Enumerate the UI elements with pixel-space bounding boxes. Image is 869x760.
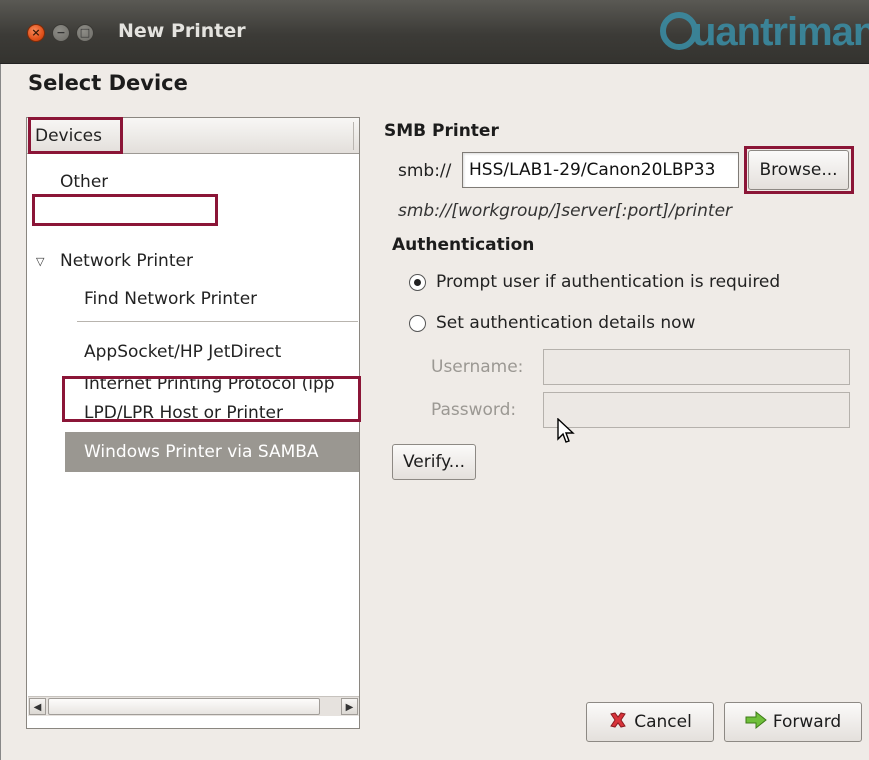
verify-button-label: Verify... xyxy=(402,452,465,472)
radio-set-details[interactable]: Set authentication details now xyxy=(409,313,695,333)
radio-prompt-user-label: Prompt user if authentication is require… xyxy=(436,272,781,292)
cancel-button[interactable]: Cancel xyxy=(586,702,714,742)
radio-set-details-label: Set authentication details now xyxy=(436,313,696,333)
scroll-right-arrow-icon[interactable]: ▶ xyxy=(341,698,358,715)
radio-prompt-user[interactable]: Prompt user if authentication is require… xyxy=(409,272,780,292)
forward-button-label: Forward xyxy=(772,712,842,732)
triangle-down-icon[interactable]: ▽ xyxy=(36,255,44,268)
window-title: New Printer xyxy=(118,20,246,42)
maximize-window-button[interactable]: □ xyxy=(76,24,94,42)
maximize-icon: □ xyxy=(79,26,91,39)
cancel-x-icon xyxy=(610,712,627,728)
device-list-header-label: Devices xyxy=(35,126,102,146)
close-window-button[interactable]: × xyxy=(27,24,45,42)
watermark-logo: uantrimang xyxy=(660,10,869,56)
smb-prefix-label: smb:// xyxy=(398,161,452,181)
horizontal-scrollbar[interactable]: ◀ ▶ xyxy=(28,696,359,716)
username-label: Username: xyxy=(431,357,524,377)
cancel-button-label: Cancel xyxy=(634,712,692,732)
device-item-other[interactable]: Other xyxy=(60,172,108,192)
password-label: Password: xyxy=(431,400,517,420)
authentication-title: Authentication xyxy=(392,235,535,255)
device-list-header[interactable]: Devices xyxy=(27,118,359,154)
verify-button[interactable]: Verify... xyxy=(392,444,476,480)
forward-button[interactable]: Forward xyxy=(724,702,862,742)
device-item-lpd[interactable]: LPD/LPR Host or Printer xyxy=(84,403,283,423)
smb-section-title: SMB Printer xyxy=(384,121,499,141)
close-icon: × xyxy=(31,26,41,39)
password-field xyxy=(543,392,850,428)
mouse-pointer-icon xyxy=(557,418,575,443)
list-separator xyxy=(77,321,358,322)
device-item-appsocket[interactable]: AppSocket/HP JetDirect xyxy=(84,342,281,362)
header-separator xyxy=(353,122,354,150)
minimize-window-button[interactable]: − xyxy=(52,24,70,42)
smb-format-hint: smb://[workgroup/]server[:port]/printer xyxy=(398,201,733,221)
scrollbar-thumb[interactable] xyxy=(48,698,320,715)
device-item-find-network-printer[interactable]: Find Network Printer xyxy=(84,289,257,309)
username-field xyxy=(543,349,850,385)
device-list[interactable]: Devices Other ▽ Network Printer Find Net… xyxy=(26,117,360,729)
device-item-ipp[interactable]: Internet Printing Protocol (ipp xyxy=(84,374,335,394)
page-heading: Select Device xyxy=(28,71,188,95)
minimize-icon: − xyxy=(56,26,66,39)
browse-button[interactable]: Browse... xyxy=(748,150,849,190)
scroll-left-arrow-icon[interactable]: ◀ xyxy=(29,698,46,715)
watermark-text: uantrimang xyxy=(692,10,869,54)
radio-checked-icon[interactable] xyxy=(409,273,426,291)
arrow-right-icon xyxy=(745,710,767,730)
dialog-body: Select Device Devices Other ▽ Network Pr… xyxy=(0,64,869,760)
device-item-samba[interactable]: Windows Printer via SAMBA xyxy=(65,432,359,472)
title-bar: × − □ New Printer uantrimang xyxy=(0,0,869,64)
device-item-network-printer[interactable]: Network Printer xyxy=(60,251,193,271)
radio-unchecked-icon[interactable] xyxy=(409,314,426,332)
smb-uri-input[interactable] xyxy=(462,152,739,188)
